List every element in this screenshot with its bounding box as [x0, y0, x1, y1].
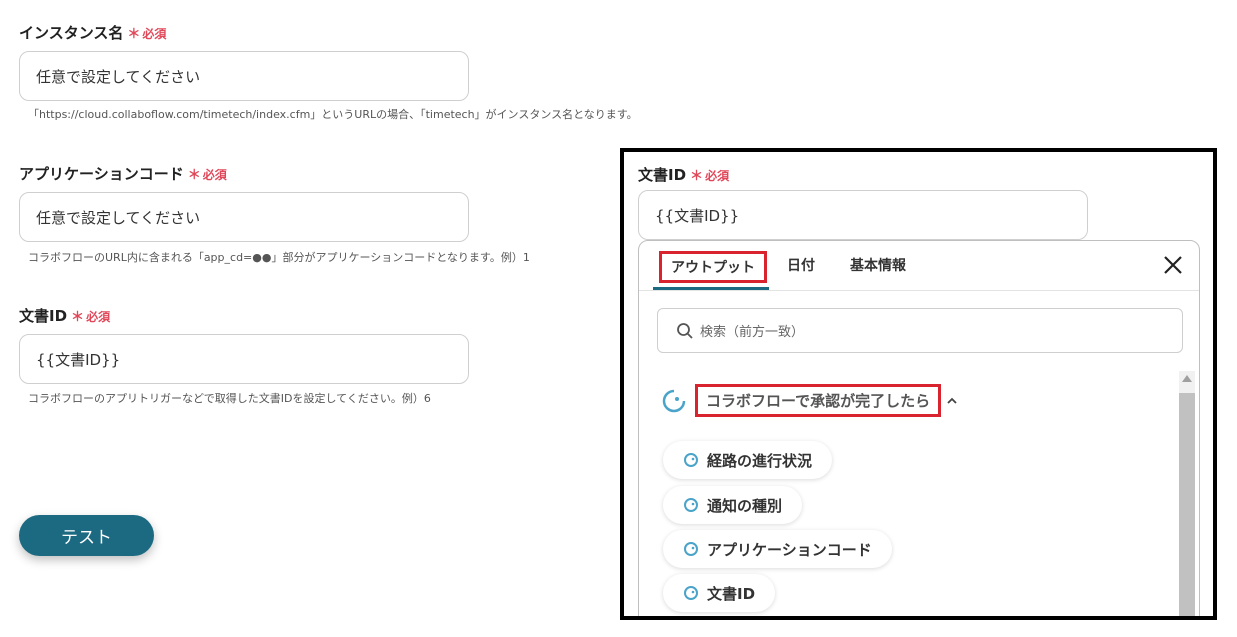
instance-name-help: 「https://cloud.collaboflow.com/timetech/… — [28, 108, 638, 121]
collaboflow-icon — [684, 498, 698, 512]
required-badge: 必須 — [705, 169, 730, 183]
panel-document-id-input[interactable]: {{文書ID}} — [638, 190, 1088, 240]
tab-basic-info[interactable]: 基本情報 — [850, 255, 906, 275]
tab-output[interactable]: アウトプット — [659, 251, 767, 283]
chevron-up-icon[interactable] — [945, 394, 959, 408]
scroll-up-arrow-icon[interactable] — [1182, 375, 1192, 382]
document-id-help: コラボフローのアプリトリガーなどで取得した文書IDを設定してください。例）6 — [28, 392, 431, 405]
document-id-panel: 文書ID ＊ 必須 {{文書ID}} アウトプット 日付 基本情報 検索（前方一… — [620, 148, 1217, 620]
output-item[interactable]: アプリケーションコード — [663, 530, 892, 568]
application-code-help: コラボフローのURL内に含まれる「app_cd=●●」部分がアプリケーションコー… — [28, 251, 530, 264]
output-item[interactable]: 経路の進行状況 — [663, 441, 833, 479]
required-badge: 必須 — [202, 168, 227, 182]
required-asterisk-icon: ＊ — [127, 27, 141, 42]
test-button[interactable]: テスト — [19, 515, 154, 556]
output-item[interactable]: 文書ID — [663, 574, 776, 612]
document-id-label: 文書ID ＊ 必須 — [19, 307, 111, 325]
trigger-group-title: コラボフローで承認が完了したら — [695, 384, 942, 417]
document-id-input[interactable]: {{文書ID}} — [19, 334, 469, 384]
picker-tabs: アウトプット 日付 基本情報 — [639, 241, 1199, 291]
scrollbar-thumb[interactable] — [1179, 393, 1195, 616]
active-tab-indicator — [653, 287, 769, 290]
application-code-input[interactable]: 任意で設定してください — [19, 192, 469, 242]
required-asterisk-icon: ＊ — [71, 310, 85, 325]
scrollbar[interactable] — [1179, 371, 1195, 616]
search-input[interactable]: 検索（前方一致） — [657, 308, 1183, 353]
application-code-label: アプリケーションコード ＊ 必須 — [19, 165, 227, 183]
required-badge: 必須 — [86, 310, 111, 324]
collaboflow-icon — [662, 389, 686, 412]
collaboflow-icon — [684, 453, 698, 467]
variable-picker-dropdown: アウトプット 日付 基本情報 検索（前方一致） コラボフローで承認が完了したら … — [638, 240, 1200, 616]
required-asterisk-icon: ＊ — [690, 169, 704, 184]
instance-name-label: インスタンス名 ＊ 必須 — [19, 24, 167, 42]
collaboflow-icon — [684, 542, 698, 556]
instance-name-input[interactable]: 任意で設定してください — [19, 51, 469, 101]
trigger-group-header[interactable]: コラボフローで承認が完了したら — [661, 384, 959, 417]
tab-date[interactable]: 日付 — [787, 255, 815, 275]
required-asterisk-icon: ＊ — [187, 168, 201, 183]
collaboflow-icon — [684, 586, 698, 600]
required-badge: 必須 — [142, 27, 167, 41]
output-item[interactable]: 通知の種別 — [663, 486, 803, 524]
search-icon — [677, 322, 693, 339]
close-icon[interactable] — [1161, 253, 1185, 277]
panel-document-id-label: 文書ID ＊ 必須 — [638, 166, 730, 184]
